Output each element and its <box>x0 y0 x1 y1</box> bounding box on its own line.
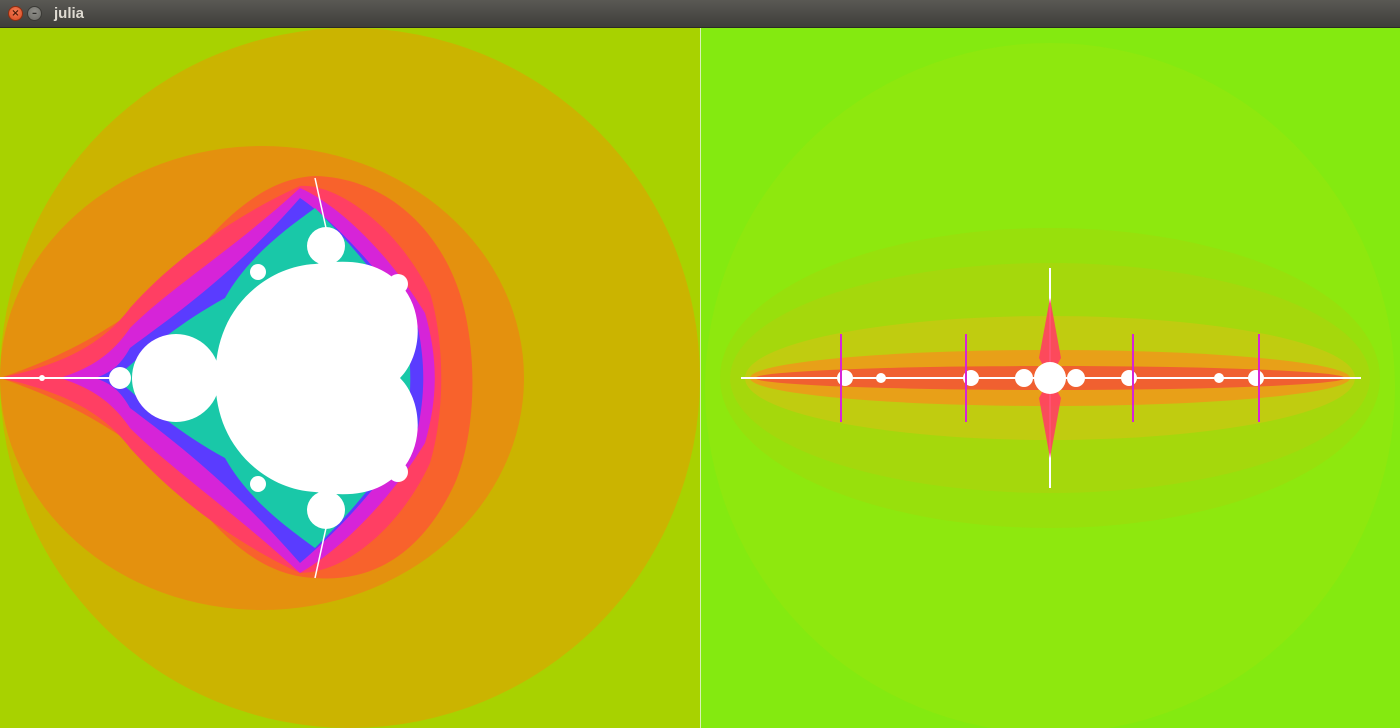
close-icon: × <box>11 7 20 19</box>
julia-bulb-left-3 <box>837 370 853 386</box>
julia-bulb-right-1 <box>1067 369 1085 387</box>
close-button[interactable]: × <box>8 6 23 21</box>
mandelbrot-bottom-bulb <box>307 491 345 529</box>
julia-image <box>701 28 1400 728</box>
mandelbrot-lower-left-bulb <box>250 476 266 492</box>
julia-bulb-right-4 <box>1214 373 1224 383</box>
mandelbrot-upper-right-bulb <box>388 274 408 294</box>
julia-center-bulb <box>1034 362 1066 394</box>
julia-bulb-left-4 <box>876 373 886 383</box>
minimize-icon: – <box>32 7 37 19</box>
window-title: julia <box>54 5 85 22</box>
fractal-canvas[interactable] <box>0 28 1400 728</box>
mandelbrot-minibrot <box>39 375 45 381</box>
mandelbrot-panel[interactable] <box>0 28 700 728</box>
julia-bulb-right-2 <box>1121 370 1137 386</box>
julia-bulb-left-1 <box>1015 369 1033 387</box>
mandelbrot-upper-left-bulb <box>250 264 266 280</box>
mandelbrot-top-bulb <box>307 227 345 265</box>
mandelbrot-period2-bulb <box>132 334 220 422</box>
mandelbrot-bulb-small <box>109 367 131 389</box>
mandelbrot-lower-right-bulb <box>388 462 408 482</box>
julia-panel[interactable] <box>701 28 1400 728</box>
mandelbrot-image <box>0 28 700 728</box>
julia-bulb-right-3 <box>1248 370 1264 386</box>
app-window: × – julia <box>0 0 1400 728</box>
minimize-button[interactable]: – <box>27 6 42 21</box>
title-bar: × – julia <box>0 0 1400 28</box>
